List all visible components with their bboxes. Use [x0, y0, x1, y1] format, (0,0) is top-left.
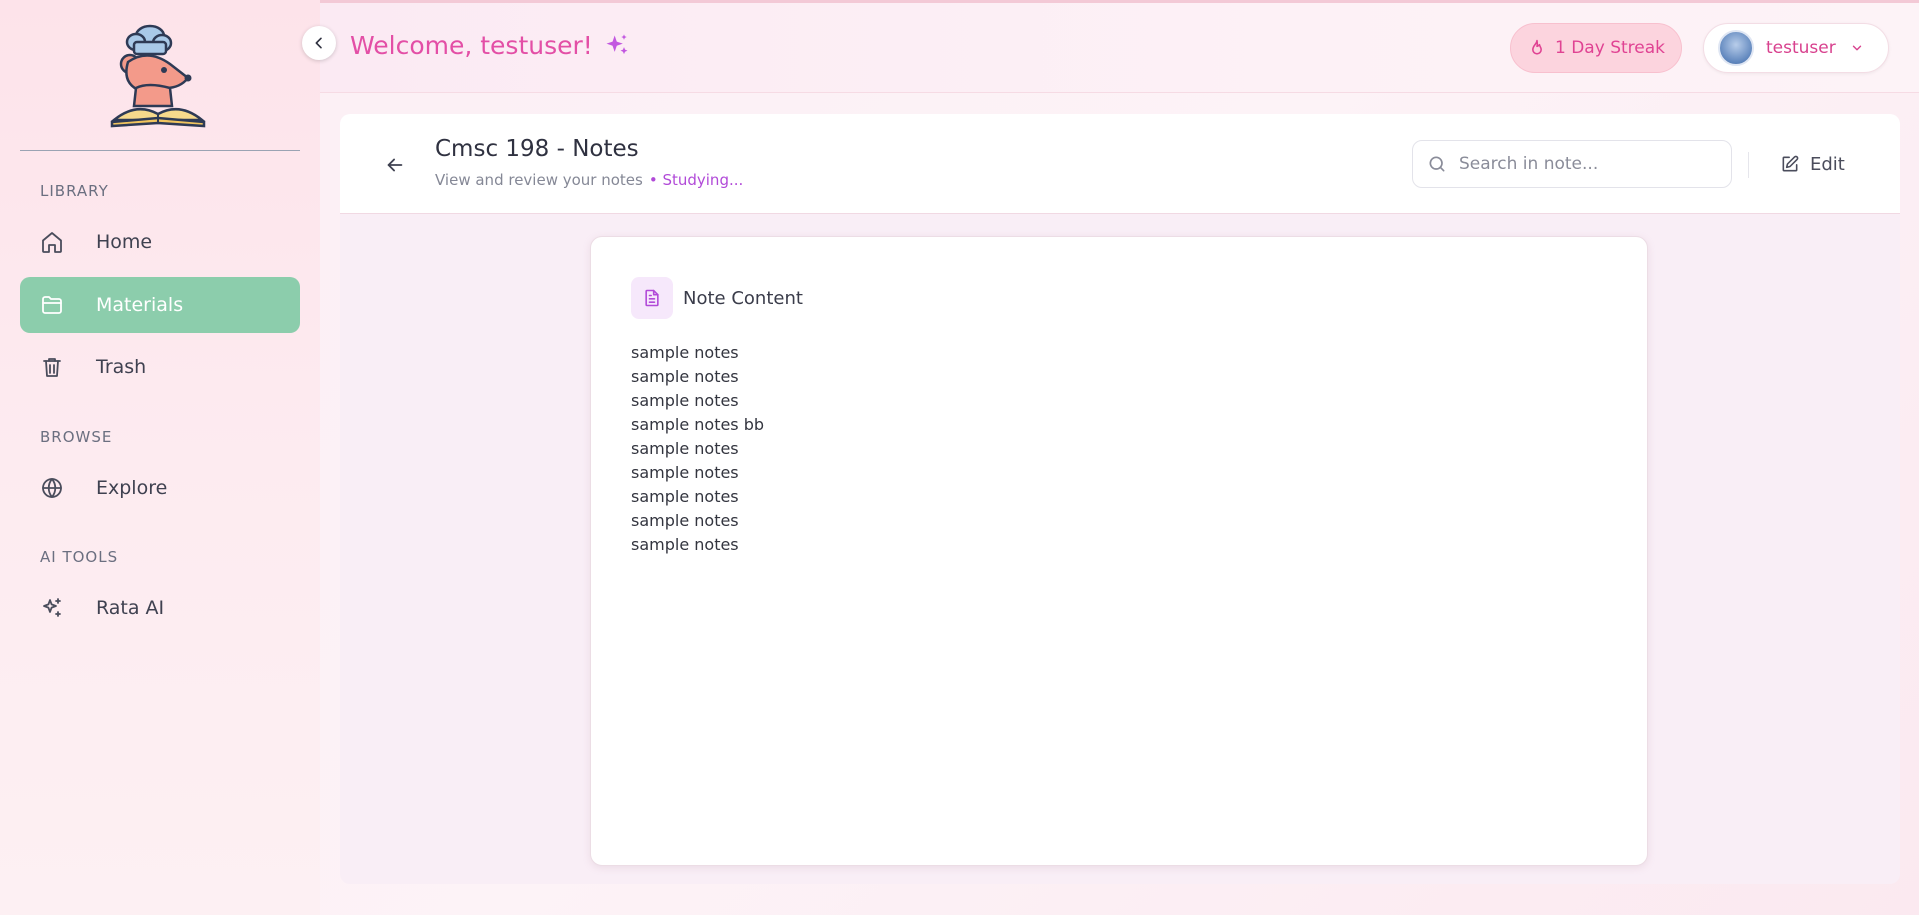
app-logo [108, 22, 208, 128]
chevron-left-icon [311, 35, 327, 51]
sidebar-item-home[interactable]: Home [20, 214, 300, 270]
sidebar-item-label: Home [96, 231, 153, 253]
sidebar-item-materials[interactable]: Materials [20, 277, 300, 333]
note-line: sample notes [631, 367, 739, 386]
top-header: Welcome, testuser! 1 Day Streak testuser [320, 3, 1919, 93]
sidebar-item-label: Rata AI [96, 597, 165, 619]
section-label-ai-tools: AI TOOLS [40, 548, 119, 566]
note-line: sample notes [631, 487, 739, 506]
streak-label: 1 Day Streak [1555, 38, 1665, 58]
section-label-browse: BROWSE [40, 428, 113, 446]
edit-icon [1780, 154, 1800, 174]
search-field[interactable] [1412, 140, 1732, 188]
note-line: sample notes [631, 391, 739, 410]
page-title: Cmsc 198 - Notes [435, 136, 639, 162]
section-label-library: LIBRARY [40, 182, 109, 200]
status-text: • Studying... [648, 171, 744, 189]
collapse-sidebar-button[interactable] [302, 26, 336, 60]
chevron-down-icon [1850, 41, 1864, 55]
note-content-title: Note Content [683, 287, 803, 309]
page-subtitle: View and review your notes • Studying... [435, 171, 743, 189]
welcome-message: Welcome, testuser! [350, 31, 631, 60]
trash-icon [38, 353, 66, 381]
edit-label: Edit [1810, 153, 1845, 175]
flame-icon [1527, 38, 1547, 58]
sidebar-item-rata-ai[interactable]: Rata AI [20, 580, 300, 636]
sparkles-icon [38, 594, 66, 622]
folder-icon [38, 291, 66, 319]
document-icon [631, 277, 673, 319]
note-line: sample notes [631, 439, 739, 458]
welcome-text: Welcome, testuser! [350, 31, 593, 60]
note-header: Cmsc 198 - Notes View and review your no… [340, 114, 1900, 214]
note-line: sample notes [631, 463, 739, 482]
home-icon [38, 228, 66, 256]
user-menu-button[interactable]: testuser [1703, 23, 1889, 73]
streak-badge[interactable]: 1 Day Streak [1510, 23, 1682, 73]
note-line: sample notes [631, 511, 739, 530]
search-input[interactable] [1459, 154, 1719, 174]
note-content-card: Note Content sample notes sample notes s… [590, 236, 1648, 866]
note-line: sample notes [631, 343, 739, 362]
sidebar-divider [20, 150, 300, 151]
note-view: Cmsc 198 - Notes View and review your no… [340, 114, 1900, 884]
note-body: sample notes sample notes sample notes s… [631, 341, 764, 557]
sidebar: LIBRARY Home Materials Trash BROWSE Expl… [0, 0, 320, 915]
divider [1748, 152, 1749, 178]
sparkle-icon [603, 32, 631, 60]
note-line: sample notes bb [631, 415, 765, 434]
subtitle-text: View and review your notes [435, 171, 643, 189]
search-icon [1427, 154, 1447, 174]
arrow-left-icon [384, 154, 406, 176]
sidebar-item-label: Explore [96, 477, 168, 499]
note-line: sample notes [631, 535, 739, 554]
sidebar-item-explore[interactable]: Explore [20, 460, 300, 516]
note-content-header: Note Content [631, 277, 803, 319]
edit-button[interactable]: Edit [1780, 150, 1845, 178]
globe-icon [38, 474, 66, 502]
sidebar-item-label: Materials [96, 294, 184, 316]
sidebar-item-trash[interactable]: Trash [20, 339, 300, 395]
sidebar-item-label: Trash [96, 356, 147, 378]
username-label: testuser [1766, 38, 1836, 58]
back-button[interactable] [380, 150, 410, 180]
avatar [1718, 30, 1754, 66]
